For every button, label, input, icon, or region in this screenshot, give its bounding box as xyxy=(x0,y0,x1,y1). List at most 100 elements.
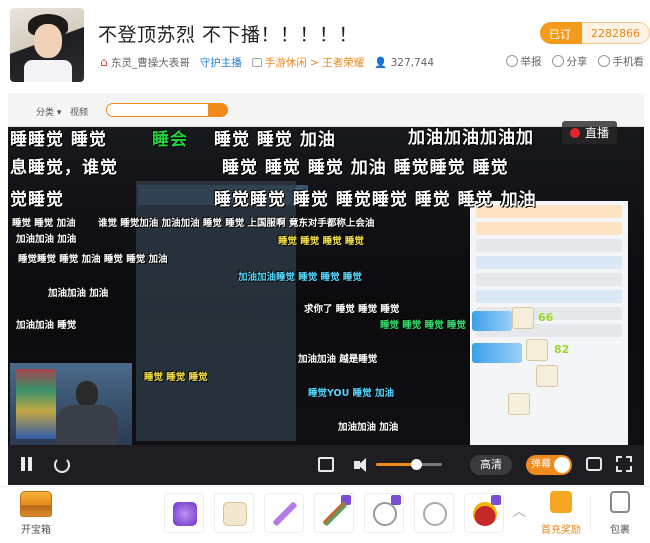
video-player[interactable]: 分类 ▾ 视频 66 82 睡睡觉 睡觉 睡会 睡觉 睡觉 加油 加油加油加油加… xyxy=(8,93,644,485)
captured-page-topbar: 分类 ▾ 视频 xyxy=(8,93,644,127)
danmaku-comment: 睡觉睡觉 睡觉 睡觉睡觉 睡觉 睡觉 加油 xyxy=(214,190,537,210)
gift-banner xyxy=(472,343,522,363)
side-row xyxy=(476,239,622,252)
danmaku-comment: 谁觉 睡觉加油 加油加油 睡觉 睡觉 上国服啊 竟东对手都称上会油 xyxy=(98,218,375,229)
danmaku-comment: 加油加油 加油 xyxy=(338,422,399,433)
gift-banner xyxy=(472,311,512,331)
streamer-avatar[interactable] xyxy=(10,8,84,82)
recharge-label: 首充奖励 xyxy=(541,525,581,536)
danmaku-comment: 睡觉 睡觉 睡觉 加油 睡觉睡觉 睡觉 xyxy=(222,158,509,178)
gift-badge xyxy=(508,393,530,415)
home-icon: ⌂ xyxy=(100,55,108,69)
treasure-chest-button[interactable]: 开宝箱 xyxy=(18,491,54,536)
danmaku-comment: 加油加油加油加 xyxy=(408,128,534,148)
room-actions: 举报 分享 手机看 xyxy=(505,54,644,69)
danmaku-comment: 加油加油睡觉 睡觉 睡觉 睡觉 xyxy=(238,272,362,283)
side-row xyxy=(476,273,622,286)
category-link[interactable]: 手游休闲 > 王者荣耀 xyxy=(251,55,365,70)
volume-fill xyxy=(376,463,416,466)
danmaku-comment: 加油加油 加油 xyxy=(48,288,109,299)
danmaku-comment: 加油加油 睡觉 xyxy=(16,320,77,331)
player-controls: 高清 弹幕 xyxy=(8,445,644,485)
share-button[interactable]: 分享 xyxy=(551,54,588,69)
gift-bar: 开宝箱 ︿ 首充奖励 包裹 xyxy=(0,486,650,543)
captured-nav-1: 分类 ▾ xyxy=(36,108,62,118)
gift-item[interactable] xyxy=(364,493,404,533)
danmaku-comment: 睡觉 睡觉 睡觉 睡觉 xyxy=(380,320,466,331)
potion-gift-icon xyxy=(473,502,497,526)
chevron-up-icon[interactable]: ︿ xyxy=(510,501,528,523)
volume-slider[interactable] xyxy=(376,459,442,470)
picture-in-picture-icon[interactable] xyxy=(318,457,334,472)
gift-item[interactable] xyxy=(314,493,354,533)
danmaku-toggle-label: 弹幕 xyxy=(531,459,551,470)
emoji-gift-icon xyxy=(373,502,397,526)
camera-person-head xyxy=(76,381,98,407)
streamer-name: 东灵_曹操大表哥 xyxy=(110,57,190,69)
share-label: 分享 xyxy=(566,56,588,68)
gift-tag xyxy=(491,495,501,505)
glowstick-gift-icon xyxy=(273,502,297,526)
gift-item[interactable] xyxy=(414,493,454,533)
gift-badge xyxy=(536,365,558,387)
volume-icon[interactable] xyxy=(354,458,368,472)
gift-item[interactable] xyxy=(214,493,254,533)
live-dot-icon xyxy=(570,127,580,138)
follow-label: 已订阅 xyxy=(540,22,582,44)
refresh-icon[interactable] xyxy=(54,457,70,473)
gift-item[interactable] xyxy=(264,493,304,533)
guard-gift-icon xyxy=(173,502,197,526)
danmaku-comment: 睡觉 睡觉 睡觉 睡觉 xyxy=(278,236,364,247)
gift-tag xyxy=(391,495,401,505)
danmaku-comment: 觉睡觉 xyxy=(10,190,64,210)
pause-icon[interactable] xyxy=(20,455,34,471)
room-title: 不登顶苏烈 不下播！！！！！ xyxy=(98,24,359,46)
bag-icon xyxy=(610,491,630,513)
category-label: 手游休闲 > 王者荣耀 xyxy=(264,57,365,69)
follow-button[interactable]: 已订阅 2282866 xyxy=(540,22,650,44)
gift-item[interactable] xyxy=(464,493,504,533)
gift-box-icon xyxy=(550,491,572,513)
streamer-camera xyxy=(10,363,132,445)
category-icon xyxy=(251,58,262,67)
screenshot-icon[interactable] xyxy=(586,457,602,471)
danmaku-comment: 睡觉 睡觉 加油 xyxy=(214,130,336,150)
room-meta: ⌂ 东灵_曹操大表哥 守护主播 手游休闲 > 王者荣耀 👤 327,744 xyxy=(100,55,434,70)
bag-button[interactable]: 包裹 xyxy=(600,491,640,536)
video-screen[interactable]: 分类 ▾ 视频 66 82 睡睡觉 睡觉 睡会 睡觉 睡觉 加油 加油加油加油加… xyxy=(8,93,644,445)
danmaku-comment: 睡觉YOU 睡觉 加油 xyxy=(308,388,394,399)
fullscreen-icon[interactable] xyxy=(616,456,632,472)
live-badge: 直播 xyxy=(562,121,618,144)
first-recharge-button[interactable]: 首充奖励 xyxy=(538,491,584,536)
quality-button[interactable]: 高清 xyxy=(470,455,512,475)
gift-badge xyxy=(526,339,548,361)
report-label: 举报 xyxy=(520,56,542,68)
report-button[interactable]: 举报 xyxy=(505,54,542,69)
volume-knob[interactable] xyxy=(410,459,422,470)
danmaku-toggle[interactable]: 弹幕 xyxy=(526,455,572,475)
report-icon xyxy=(505,55,518,67)
side-row xyxy=(476,256,622,269)
danmaku-comment: 加油加油 加油 xyxy=(16,234,77,245)
danmaku-comment: 加油加油 越是睡觉 xyxy=(298,354,378,365)
treasure-chest-icon xyxy=(20,491,52,517)
camera-person-body xyxy=(56,405,118,445)
divider xyxy=(590,497,591,533)
sticker-gift-icon xyxy=(423,502,447,526)
guard-link[interactable]: 守护主播 xyxy=(200,55,242,70)
captured-search-button xyxy=(208,103,228,117)
captured-nav-2: 视频 xyxy=(70,108,89,118)
paper-gift-icon xyxy=(223,502,247,526)
viewer-count-value: 327,744 xyxy=(390,57,435,69)
room-header: 不登顶苏烈 不下播！！！！！ ⌂ 东灵_曹操大表哥 守护主播 手游休闲 > 王者… xyxy=(0,0,650,90)
danmaku-comment: 求你了 睡觉 睡觉 睡觉 xyxy=(304,304,400,315)
pen-gift-icon xyxy=(323,502,347,526)
gift-item[interactable] xyxy=(164,493,204,533)
share-icon xyxy=(551,55,564,67)
side-row xyxy=(476,290,622,303)
bag-label: 包裹 xyxy=(610,525,630,536)
streamer-link[interactable]: ⌂ 东灵_曹操大表哥 xyxy=(100,55,190,70)
avatar-shirt xyxy=(24,60,72,82)
danmaku-comment: 睡睡觉 睡觉 xyxy=(10,130,107,150)
mobile-button[interactable]: 手机看 xyxy=(597,54,644,69)
